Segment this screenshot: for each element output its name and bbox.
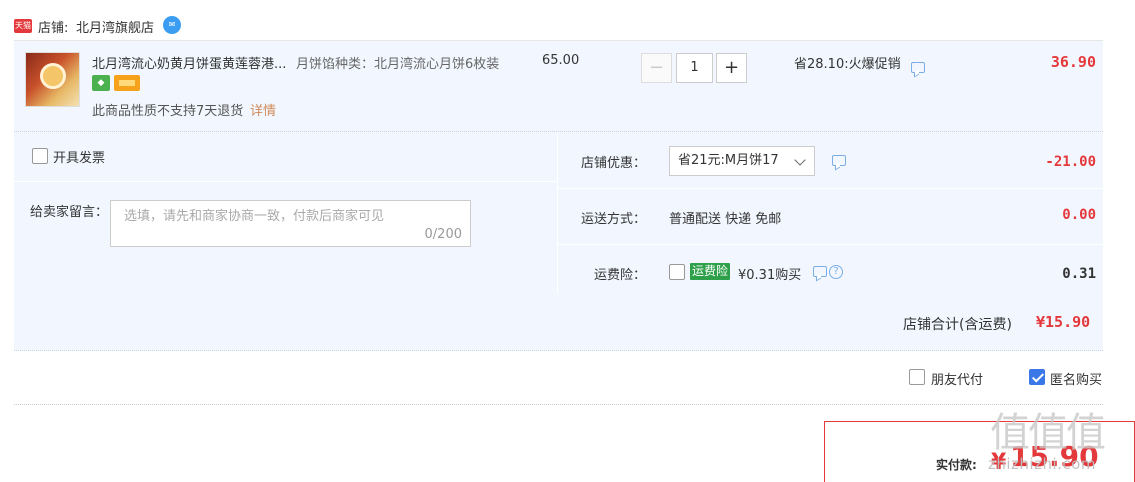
store-total-label: 店铺合计(含运费) <box>903 317 1012 333</box>
insurance-info-icon[interactable] <box>813 266 827 277</box>
store-total-amount: ¥15.90 <box>1036 313 1091 331</box>
wangwang-icon[interactable]: ✉ <box>163 16 181 34</box>
service-badge-icon: ◆ <box>92 75 110 91</box>
tmall-badge: 天猫 <box>14 19 32 33</box>
help-icon[interactable]: ? <box>829 265 843 279</box>
store-discount-select[interactable]: 省21元:M月饼17 <box>669 146 815 176</box>
shipping-label: 运送方式： <box>580 212 646 227</box>
promo-info-icon[interactable] <box>911 62 925 73</box>
item-subtotal: 36.90 <box>1050 53 1096 71</box>
payment-label: 实付款: <box>936 458 977 472</box>
shipping-insurance-price: ¥0.31购买 <box>738 268 802 283</box>
shipping-insurance-tag: 运费险 <box>690 263 731 280</box>
seller-message-label: 给卖家留言： <box>30 205 109 220</box>
friend-pay-checkbox[interactable] <box>909 369 925 385</box>
seller-message-placeholder: 选填，请先和商家协商一致，付款后商家可见 <box>124 209 385 224</box>
store-discount-amount: -21.00 <box>1045 154 1096 170</box>
invoice-label: 开具发票 <box>53 151 106 166</box>
promotion-text: 省28.10:火爆促销 <box>794 57 901 72</box>
product-thumbnail[interactable] <box>25 52 80 107</box>
shipping-amount: 0.00 <box>1062 207 1096 223</box>
quantity-increase-button[interactable]: + <box>716 53 747 83</box>
divider <box>558 244 1103 245</box>
discount-info-icon[interactable] <box>832 155 846 166</box>
product-title-link[interactable]: 北月湾流心奶黄月饼蛋黄莲蓉港... <box>92 53 292 72</box>
store-discount-label: 店铺优惠： <box>580 156 646 171</box>
friend-pay-label: 朋友代付 <box>931 373 984 388</box>
anonymous-purchase-checkbox[interactable] <box>1029 369 1045 385</box>
shipping-insurance-amount: 0.31 <box>1062 266 1096 282</box>
chevron-down-icon <box>794 154 806 166</box>
shipping-insurance-label: 运费险： <box>593 268 646 283</box>
anonymous-purchase-label: 匿名购买 <box>1050 373 1103 388</box>
shipping-method: 普通配送 快递 免邮 <box>669 212 782 227</box>
store-discount-selected: 省21元:M月饼17 <box>678 153 779 168</box>
invoice-checkbox[interactable] <box>32 148 48 164</box>
quantity-input[interactable]: 1 <box>676 53 713 83</box>
watermark-logo: 值值值 <box>990 410 1106 456</box>
shipping-insurance-checkbox[interactable] <box>669 264 685 280</box>
unit-price: 65.00 <box>542 53 580 68</box>
return-policy-details-link[interactable]: 详情 <box>250 100 276 119</box>
quantity-decrease-button[interactable]: − <box>641 53 672 83</box>
return-policy-notice: 此商品性质不支持7天退货 <box>92 104 244 119</box>
watermark-url: zhizhizhi.com <box>988 455 1096 473</box>
product-sku: 月饼馅种类：北月湾流心月饼6枚装 <box>296 57 500 72</box>
divider <box>14 181 557 182</box>
card-badge-icon <box>114 75 140 91</box>
shop-label: 店铺: <box>38 21 69 36</box>
divider <box>558 188 1103 189</box>
divider <box>14 404 1103 405</box>
shop-name-link[interactable]: 北月湾旗舰店 <box>76 17 154 36</box>
seller-message-counter: 0/200 <box>424 227 462 242</box>
